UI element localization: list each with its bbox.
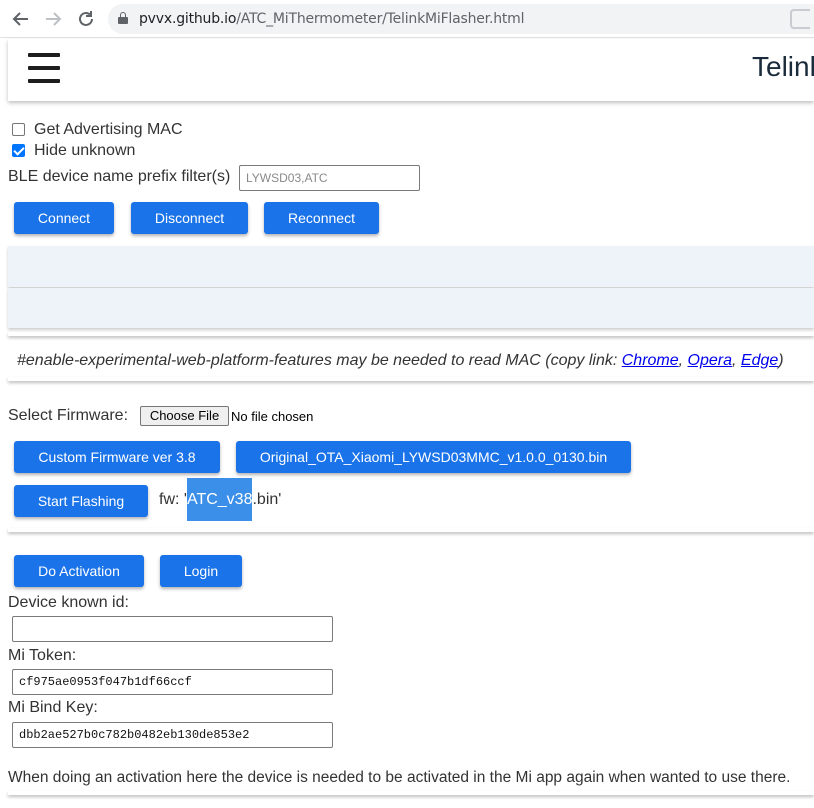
log-panel (8, 288, 814, 328)
select-firmware-label: Select Firmware: (8, 407, 129, 424)
url-path: /ATC_MiThermometer/TelinkMiFlasher.html (236, 11, 525, 27)
edge-link[interactable]: Edge (741, 352, 778, 369)
fw-prefix: fw: ' (159, 491, 187, 508)
lock-icon[interactable] (118, 12, 128, 24)
note-separator: , (678, 352, 688, 369)
firmware-filename: fw: 'ATC_v38.bin' (159, 478, 282, 521)
forward-arrow-icon[interactable] (42, 8, 64, 30)
bind-key-label: Mi Bind Key: (8, 699, 98, 716)
device-id-input[interactable] (12, 616, 333, 642)
url-text: pvvx.github.io/ATC_MiThermometer/TelinkM… (139, 11, 524, 27)
section-divider (8, 332, 814, 336)
mi-token-label: Mi Token: (8, 647, 77, 664)
section-divider (8, 528, 814, 532)
back-arrow-icon[interactable] (10, 8, 32, 30)
app-header: Telink (8, 39, 814, 101)
bind-key-input[interactable]: dbb2ae527b0c782b0482eb130de853e2 (12, 722, 333, 748)
login-button[interactable]: Login (160, 555, 242, 587)
menu-icon[interactable] (28, 53, 60, 83)
connect-button[interactable]: Connect (14, 202, 114, 234)
disconnect-button[interactable]: Disconnect (131, 202, 248, 234)
page-content: Telink Get Advertising MAC Hide unknown … (8, 39, 814, 808)
get-adv-mac-checkbox[interactable] (12, 123, 25, 136)
tab-edge-icon (790, 9, 810, 29)
reconnect-button[interactable]: Reconnect (264, 202, 379, 234)
section-divider (8, 377, 814, 381)
choose-file-button[interactable]: Choose File (140, 406, 229, 426)
note-text: #enable-experimental-web-platform-featur… (17, 352, 622, 369)
reload-icon[interactable] (75, 8, 97, 30)
section-divider (8, 791, 814, 795)
get-adv-mac-label: Get Advertising MAC (34, 121, 183, 138)
fw-selected-text: ATC_v38 (186, 478, 253, 521)
no-file-status: No file chosen (231, 409, 314, 424)
opera-link[interactable]: Opera (688, 352, 732, 369)
original-firmware-button[interactable]: Original_OTA_Xiaomi_LYWSD03MMC_v1.0.0_01… (236, 441, 631, 473)
chrome-link[interactable]: Chrome (622, 352, 679, 369)
device-id-label: Device known id: (8, 594, 129, 611)
address-bar[interactable]: pvvx.github.io/ATC_MiThermometer/TelinkM… (108, 4, 814, 34)
note-close: ) (778, 352, 784, 369)
activation-footer-note: When doing an activation here the device… (8, 769, 791, 786)
custom-firmware-button[interactable]: Custom Firmware ver 3.8 (14, 441, 220, 473)
url-host: pvvx.github.io (139, 11, 237, 27)
note-separator: , (732, 352, 741, 369)
start-flashing-button[interactable]: Start Flashing (14, 485, 148, 517)
browser-toolbar: pvvx.github.io/ATC_MiThermometer/TelinkM… (0, 0, 814, 38)
prefix-filter-label: BLE device name prefix filter(s) (8, 168, 231, 185)
status-panel (8, 246, 814, 287)
fw-suffix: .bin' (252, 491, 282, 508)
hide-unknown-checkbox[interactable] (12, 144, 25, 157)
web-platform-note: #enable-experimental-web-platform-featur… (17, 352, 784, 370)
hide-unknown-label: Hide unknown (34, 142, 136, 159)
page-title: Telink (752, 51, 814, 82)
mi-token-input[interactable]: cf975ae0953f047b1df66ccf (12, 669, 333, 695)
do-activation-button[interactable]: Do Activation (14, 555, 144, 587)
prefix-filter-input[interactable]: LYWSD03,ATC (239, 165, 420, 191)
